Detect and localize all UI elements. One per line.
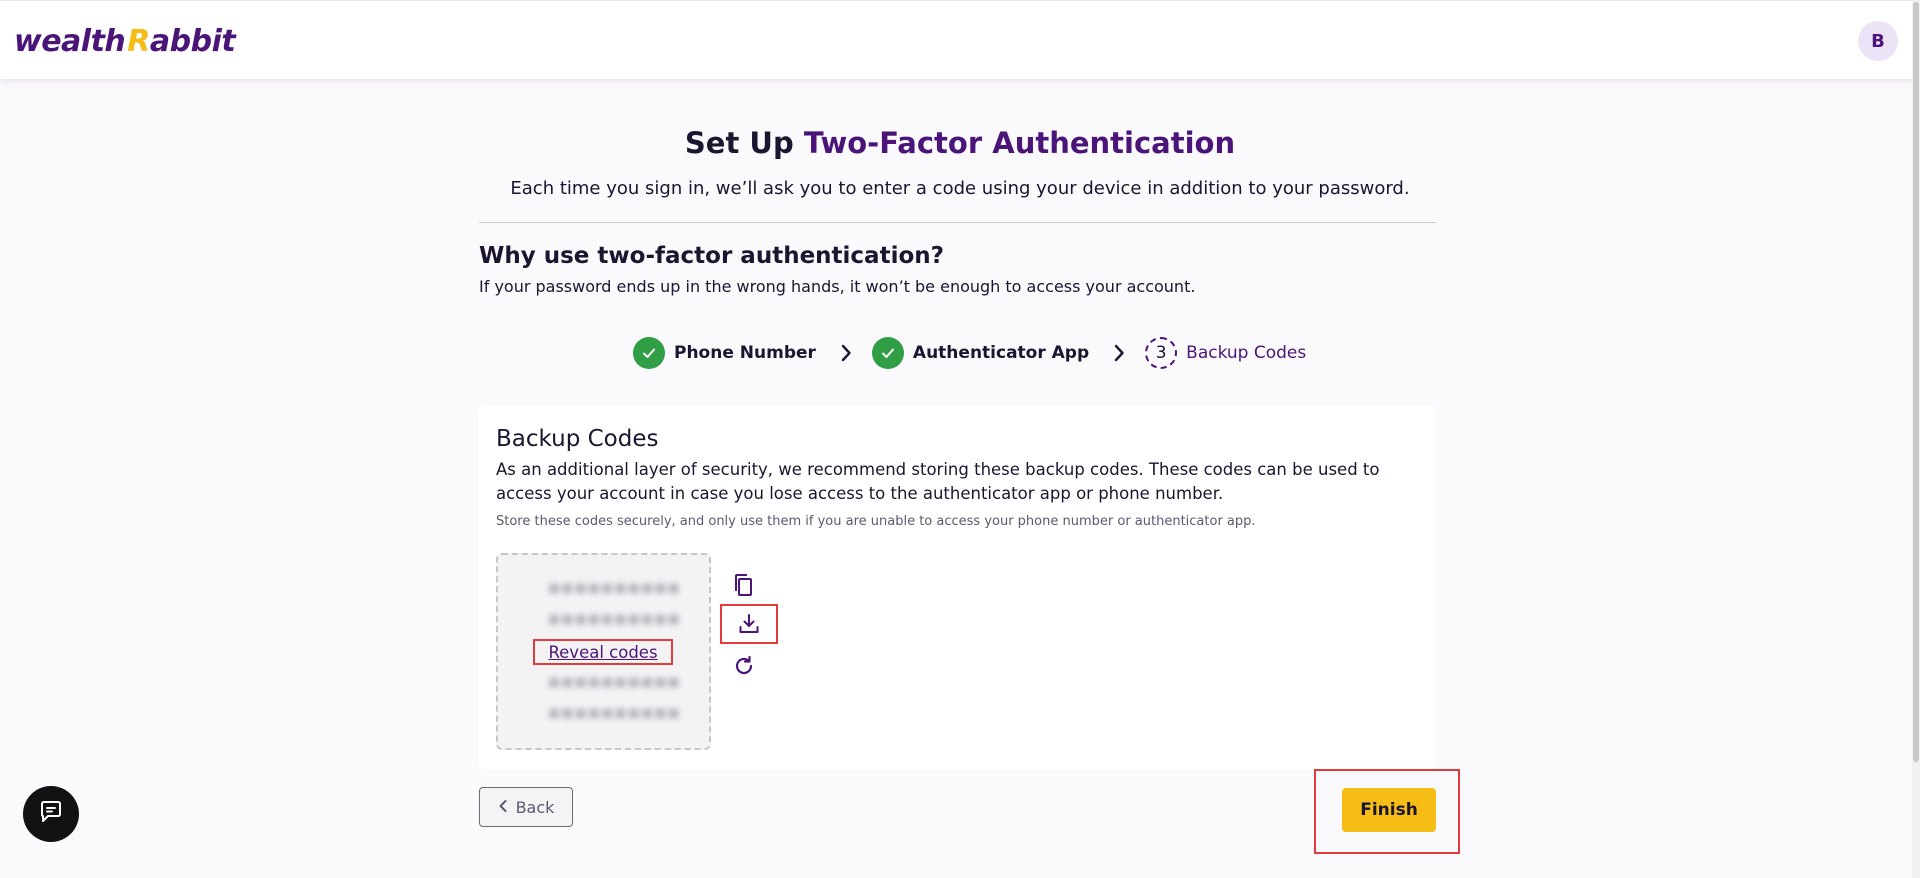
- logo-text-accent: Rabbit: [127, 24, 235, 59]
- page-subtitle: Each time you sign in, we’ll ask you to …: [510, 178, 1410, 199]
- page-title-accent: Two-Factor Authentication: [803, 126, 1236, 160]
- step-number-badge: 3: [1145, 337, 1178, 369]
- setup-stepper: Phone Number Authenticator App 3 Backup …: [633, 336, 1306, 370]
- logo-rabbit-rest: abbit: [149, 23, 236, 59]
- step-phone-number: Phone Number: [633, 337, 816, 369]
- back-button-label: Back: [515, 797, 555, 817]
- check-circle-icon: [871, 337, 904, 369]
- card-title: Backup Codes: [496, 426, 659, 452]
- backup-codes-box: ■■■■■■■■■■ ■■■■■■■■■■ ■■■■■■■■■■ ■■■■■■■…: [496, 553, 711, 750]
- blurred-code: ■■■■■■■■■■: [548, 612, 681, 627]
- chevron-right-icon: [1113, 344, 1125, 362]
- page-title: Set Up Two-Factor Authentication: [0, 126, 1920, 160]
- blurred-code: ■■■■■■■■■■: [548, 581, 681, 596]
- step-label: Backup Codes: [1186, 343, 1307, 363]
- card-description: As an additional layer of security, we r…: [496, 460, 1380, 503]
- chevron-left-icon: [498, 798, 508, 817]
- blurred-code: ■■■■■■■■■■: [548, 675, 681, 690]
- chat-bubble-icon: [38, 799, 64, 829]
- blurred-code: ■■■■■■■■■■: [548, 706, 681, 721]
- top-header: wealth Rabbit B: [0, 0, 1920, 79]
- step-backup-codes: 3 Backup Codes: [1145, 337, 1306, 369]
- section-divider: [479, 222, 1436, 223]
- back-button[interactable]: Back: [479, 787, 573, 827]
- step-label: Authenticator App: [912, 343, 1090, 363]
- user-avatar[interactable]: B: [1858, 21, 1898, 61]
- finish-button[interactable]: Finish: [1342, 788, 1436, 832]
- wealthrabbit-logo[interactable]: wealth Rabbit: [14, 21, 236, 61]
- logo-rabbit-letter: R: [127, 23, 150, 59]
- reveal-codes-link[interactable]: Reveal codes: [533, 639, 673, 665]
- chevron-right-icon: [840, 344, 852, 362]
- copy-icon[interactable]: [728, 570, 760, 602]
- download-icon[interactable]: [720, 604, 778, 644]
- backup-codes-card: Backup Codes As an additional layer of s…: [479, 406, 1436, 769]
- logo-text-main: wealth: [14, 23, 126, 59]
- page-title-prefix: Set Up: [684, 126, 794, 160]
- step-label: Phone Number: [674, 343, 816, 363]
- chat-support-button[interactable]: [23, 786, 79, 842]
- refresh-icon[interactable]: [728, 650, 760, 682]
- check-circle-icon: [633, 337, 665, 369]
- card-note: Store these codes securely, and only use…: [496, 514, 1256, 529]
- why-2fa-description: If your password ends up in the wrong ha…: [479, 277, 1196, 296]
- step-authenticator-app: Authenticator App: [871, 337, 1090, 369]
- why-2fa-heading: Why use two-factor authentication?: [479, 243, 944, 269]
- scrollbar-thumb[interactable]: [1913, 2, 1919, 762]
